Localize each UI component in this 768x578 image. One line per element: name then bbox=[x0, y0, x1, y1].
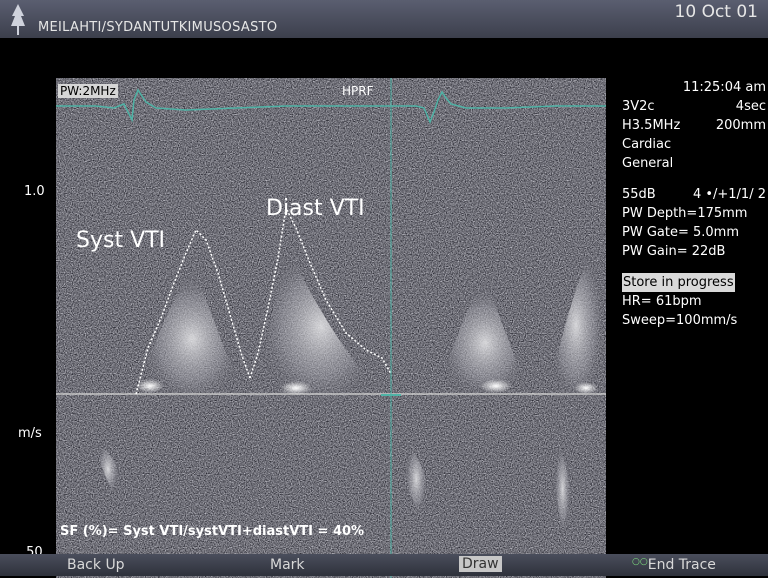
sf-formula: SF (%)= Syst VTI/systVTI+diastVTI = 40% bbox=[60, 524, 365, 539]
store-status: Store in progress bbox=[622, 273, 735, 292]
hospital-title: MEILAHTI/SYDANTUTKIMUSOSASTO bbox=[38, 20, 278, 35]
gain-row: 55dB 4 •/+1/1/ 2 bbox=[622, 185, 766, 204]
back-up-button[interactable]: Back Up bbox=[67, 557, 125, 573]
sweep-time-label: 4sec bbox=[735, 99, 766, 114]
hr-label: HR= 61bpm bbox=[622, 294, 702, 309]
preset1-label: Cardiac bbox=[622, 137, 672, 152]
mode-label: PW:2MHz bbox=[58, 84, 118, 98]
doppler-spectrum bbox=[56, 78, 606, 578]
pw-gate-label: PW Gate= 5.0mm bbox=[622, 225, 739, 240]
title-bar: MEILAHTI/SYDANTUTKIMUSOSASTO 10 Oct 01 bbox=[0, 0, 768, 38]
time-row: 11:25:04 am bbox=[622, 78, 766, 97]
db-label: 55dB bbox=[622, 187, 656, 202]
draw-button[interactable]: Draw bbox=[459, 556, 502, 572]
softkey-bar: Back Up Mark Draw ○○End Trace bbox=[0, 554, 768, 576]
tree-logo-icon bbox=[11, 4, 25, 35]
mark-button[interactable]: Mark bbox=[270, 557, 305, 573]
end-trace-label: End Trace bbox=[647, 557, 716, 573]
freq-row: H3.5MHz 200mm bbox=[622, 116, 766, 135]
sweep-label: Sweep=100mm/s bbox=[622, 313, 738, 328]
time-label: 11:25:04 am bbox=[682, 80, 766, 95]
harmonic-label: H3.5MHz bbox=[622, 118, 681, 133]
pw-depth-label: PW Depth=175mm bbox=[622, 206, 748, 221]
map-label: 4 •/+1/1/ 2 bbox=[692, 187, 766, 202]
toggle-icon: ○○ bbox=[632, 557, 648, 567]
diast-vti-label: Diast VTI bbox=[266, 196, 365, 221]
pw-gain-label: PW Gain= 22dB bbox=[622, 244, 726, 259]
axis-unit-label: m/s bbox=[18, 426, 42, 441]
depth-label: 200mm bbox=[715, 118, 766, 133]
ultrasound-screen: PW:2MHz HPRF 1.0 m/s .50 Syst VTI Diast … bbox=[0, 38, 768, 578]
end-trace-button[interactable]: ○○End Trace bbox=[632, 557, 716, 573]
probe-row: 3V2c 4sec bbox=[622, 97, 766, 116]
probe-label: 3V2c bbox=[622, 99, 655, 114]
info-panel: 11:25:04 am 3V2c 4sec H3.5MHz 200mm Cardia… bbox=[622, 78, 766, 330]
date-label: 10 Oct 01 bbox=[674, 2, 758, 22]
preset2-label: General bbox=[622, 156, 674, 171]
axis-top-value: 1.0 bbox=[24, 184, 45, 199]
syst-vti-label: Syst VTI bbox=[76, 228, 166, 253]
hprf-label: HPRF bbox=[342, 84, 374, 98]
